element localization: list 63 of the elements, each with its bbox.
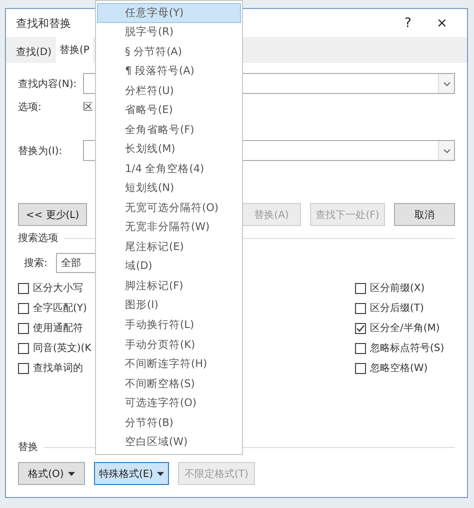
dropdown-icon[interactable] (438, 74, 454, 93)
menu-item[interactable]: 全角省略号(F) (97, 120, 241, 140)
checkbox[interactable] (355, 302, 366, 314)
tab[interactable]: 查找(D) (12, 41, 56, 63)
section-label: 替换 (18, 440, 38, 454)
options-text: 区 (83, 101, 93, 114)
checkbox[interactable] (355, 322, 366, 334)
menu-item[interactable]: 可选连字符(O) (97, 393, 241, 413)
help-button[interactable]: ? (391, 16, 425, 30)
menu-item[interactable]: 短划线(N) (97, 178, 241, 198)
checkbox[interactable] (18, 302, 29, 314)
menu-item[interactable]: 尾注标记(E) (97, 237, 241, 257)
section-label: 搜索选项 (18, 232, 58, 245)
checkbox-label: 使用通配符 (33, 322, 83, 335)
dropdown-icon[interactable] (438, 141, 454, 160)
menu-item[interactable]: 不间断空格(S) (97, 374, 241, 394)
menu-item[interactable]: 分节符(B) (97, 412, 241, 432)
menu-item[interactable]: 脱字号(R) (97, 22, 241, 42)
menu-item[interactable]: § 分节符(A) (97, 42, 241, 62)
checkbox-label: 区分后缀(T) (370, 302, 424, 315)
checkbox-label: 区分全/半角(M) (370, 322, 440, 335)
close-button[interactable]: × (425, 16, 459, 30)
checkbox[interactable] (18, 342, 29, 354)
checkbox-label: 区分前缀(X) (370, 282, 425, 295)
dialog-button[interactable]: 取消 (394, 203, 455, 226)
checkbox[interactable] (355, 342, 366, 354)
checkbox-label: 查找单词的 (33, 362, 83, 375)
menu-item[interactable]: 任意字母(Y) (97, 3, 241, 23)
menu-item[interactable]: 省略号(E) (97, 100, 241, 120)
field-label: 替换为(I): (18, 144, 64, 158)
menu-item[interactable]: 手动换行符(L) (97, 315, 241, 335)
format-button[interactable]: 特殊格式(E) (94, 462, 169, 485)
menu-item[interactable]: 1/4 全角空格(4) (97, 159, 241, 179)
checkbox-label: 同音(英文)(K (33, 342, 92, 355)
menu-item[interactable]: 手动分页符(K) (97, 334, 241, 354)
options-label: 选项: (18, 100, 42, 114)
caret-icon (68, 472, 75, 476)
caret-icon (157, 472, 164, 476)
less-button[interactable]: << 更少(L) (18, 203, 87, 226)
menu-item[interactable]: ¶ 段落符号(A) (97, 62, 241, 82)
menu-item[interactable]: 域(D) (97, 256, 241, 276)
search-label: 搜索: (24, 256, 48, 270)
tab[interactable]: 替换(P (56, 37, 94, 63)
menu-item[interactable]: 脚注标记(F) (97, 276, 241, 296)
checkbox[interactable] (18, 322, 29, 334)
checkbox[interactable] (18, 362, 29, 374)
menu-item[interactable]: 无宽非分隔符(W) (97, 218, 241, 238)
menu-item[interactable]: 空白区域(W) (97, 432, 241, 452)
menu-item[interactable]: 无宽可选分隔符(O) (97, 198, 241, 218)
window-title: 查找和替换 (16, 16, 72, 30)
checkbox[interactable] (355, 282, 366, 294)
checkbox-label: 忽略标点符号(S) (370, 342, 444, 355)
checkbox-label: 忽略空格(W) (370, 362, 428, 375)
menu-item[interactable]: 不间断连字符(H) (97, 354, 241, 374)
menu-item[interactable]: 分栏符(U) (97, 81, 241, 101)
menu-item[interactable]: 长划线(M) (97, 140, 241, 160)
checkbox-label: 全字匹配(Y) (33, 302, 87, 315)
checkbox[interactable] (18, 282, 29, 294)
menu-item[interactable]: 图形(I) (97, 296, 241, 316)
field-label: 查找内容(N): (18, 78, 78, 90)
checkbox[interactable] (355, 362, 366, 374)
format-button[interactable]: 格式(O) (18, 462, 85, 485)
checkbox-label: 区分大小写 (33, 282, 83, 295)
